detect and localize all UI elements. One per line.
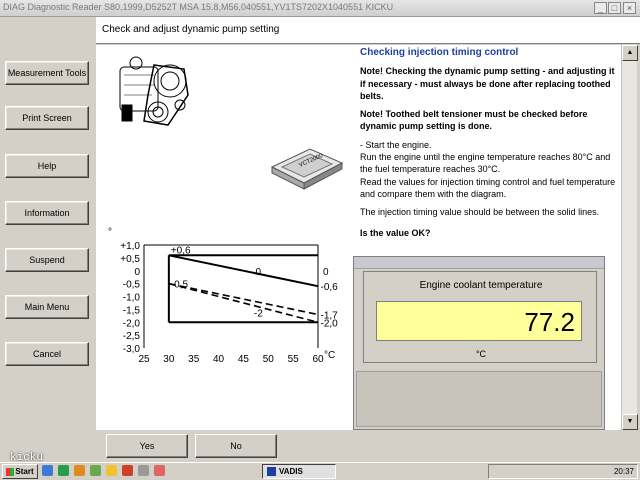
page-title: Check and adjust dynamic pump setting	[102, 24, 280, 35]
chart-annotation: -0,5	[171, 280, 189, 291]
instructions-panel: Checking injection timing control Note! …	[360, 45, 620, 245]
chart-annotation: -2,0	[320, 318, 338, 329]
minimize-button[interactable]: _	[594, 2, 607, 14]
vadis-app-icon	[267, 467, 276, 476]
x-tick-label: 35	[188, 354, 200, 365]
chrome-icon[interactable]	[154, 465, 166, 476]
x-tick-label: 60	[312, 354, 324, 365]
print-screen-button[interactable]: Print Screen	[5, 106, 89, 130]
clock: 20:37	[613, 467, 634, 476]
readout-box: Engine coolant temperature 77.2 °C	[363, 271, 597, 363]
readout-unit: °C	[475, 349, 487, 359]
window-title: DIAG Diagnostic Reader S80,1999,D5252T M…	[3, 2, 394, 12]
x-tick-label: 40	[213, 354, 225, 365]
watermark: kicku	[10, 452, 44, 464]
chart-annotation: 0	[323, 267, 329, 278]
engine-belt-illustration	[119, 56, 189, 126]
instructions-heading: Checking injection timing control	[360, 47, 519, 58]
explorer-icon[interactable]	[42, 465, 53, 476]
series-line-3	[168, 254, 319, 288]
y-tick-label: +1,0	[120, 241, 140, 252]
close-button[interactable]: ×	[623, 2, 636, 14]
app-icon[interactable]	[90, 465, 102, 476]
chart-annotation: +0,6	[171, 245, 191, 256]
step-start-engine: - Start the engine.	[360, 139, 432, 150]
series-line-5	[168, 282, 319, 324]
y-tick-label: +0,5	[120, 254, 140, 265]
scroll-up-arrow-icon[interactable]: ▲	[622, 45, 638, 61]
messenger-icon[interactable]	[106, 465, 118, 476]
page-header: Check and adjust dynamic pump setting	[96, 17, 640, 44]
step-warm-engine: Run the engine until the engine temperat…	[360, 152, 611, 175]
y-tick-label: -1,5	[123, 305, 141, 316]
readout-value-box: 77.2	[376, 301, 582, 341]
readout-value: 77.2	[524, 307, 575, 337]
y-tick-label: -1,0	[123, 293, 141, 304]
cancel-button[interactable]: Cancel	[5, 342, 89, 366]
yes-button[interactable]: Yes	[106, 434, 188, 458]
media-icon[interactable]	[58, 465, 70, 476]
y-unit-label: °	[108, 227, 112, 238]
chart-annotation: -2	[254, 309, 263, 320]
title-bar: DIAG Diagnostic Reader S80,1999,D5252T M…	[0, 0, 640, 17]
note-belt-tensioner: Note! Toothed belt tensioner must be che…	[360, 109, 588, 132]
y-tick-label: -0,5	[123, 280, 141, 291]
chart-annotation: 0	[256, 267, 262, 278]
firefox-icon[interactable]	[74, 465, 86, 476]
start-button[interactable]: Start	[2, 464, 38, 479]
vertical-scrollbar[interactable]: ▲ ▼	[621, 45, 638, 430]
application-window: DIAG Diagnostic Reader S80,1999,D5252T M…	[0, 0, 640, 463]
y-tick-label: 0	[134, 267, 140, 278]
step-read-values: Read the values for injection timing con…	[360, 176, 616, 199]
help-button[interactable]: Help	[5, 154, 89, 178]
start-label: Start	[15, 467, 34, 476]
x-tick-label: 45	[238, 354, 250, 365]
windows-logo-icon	[6, 467, 15, 476]
readout-lower-area	[356, 371, 602, 427]
tool-icon[interactable]	[138, 465, 150, 476]
step-solid-lines: The injection timing value should be bet…	[360, 207, 600, 218]
quick-launch-bar	[42, 465, 242, 479]
readout-label: Engine coolant temperature	[419, 280, 543, 291]
x-tick-label: 55	[288, 354, 300, 365]
scan-tool-illustration: VCT2000	[270, 148, 344, 190]
no-button[interactable]: No	[195, 434, 277, 458]
scroll-down-arrow-icon[interactable]: ▼	[622, 414, 638, 430]
sidebar: Measurement Tools Print Screen Help Info…	[0, 17, 96, 463]
taskbar: Start VADIS 20:37	[0, 462, 640, 480]
x-unit-label: °C	[324, 350, 335, 361]
readout-panel: Engine coolant temperature 77.2 °C	[353, 256, 605, 430]
x-tick-label: 50	[263, 354, 275, 365]
y-tick-label: -2,5	[123, 331, 141, 342]
readout-panel-titlebar	[354, 257, 604, 269]
y-tick-label: -2,0	[123, 318, 141, 329]
vadis-label: VADIS	[279, 467, 303, 476]
system-tray: 20:37	[488, 464, 638, 479]
chat-icon[interactable]	[122, 465, 134, 476]
note-dynamic-pump: Note! Checking the dynamic pump setting …	[360, 66, 615, 101]
x-tick-label: 30	[163, 354, 175, 365]
information-button[interactable]: Information	[5, 201, 89, 225]
suspend-button[interactable]: Suspend	[5, 248, 89, 272]
main-menu-button[interactable]: Main Menu	[5, 295, 89, 319]
taskbar-vadis-button[interactable]: VADIS	[262, 464, 336, 479]
maximize-button[interactable]: □	[608, 2, 621, 14]
x-tick-label: 25	[138, 354, 150, 365]
injection-timing-chart: °+1,0+0,50-0,5-1,0-1,5-2,0-2,5-3,025 30 35…	[108, 227, 338, 365]
chart-annotation: -0,6	[320, 282, 338, 293]
series-line-4	[168, 282, 319, 316]
measurement-tools-button[interactable]: Measurement Tools	[5, 61, 89, 85]
question-value-ok: Is the value OK?	[360, 227, 431, 238]
